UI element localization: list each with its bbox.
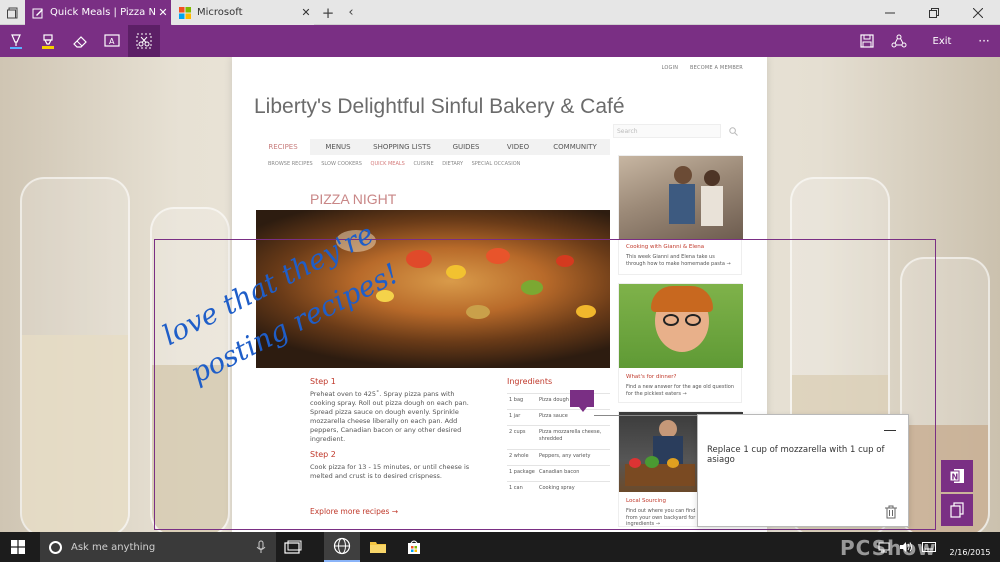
tab-close-button[interactable]: ✕ [155, 6, 171, 19]
exit-inking-button[interactable]: Exit [922, 25, 962, 57]
eraser-icon [73, 36, 87, 48]
notifications-tray-button[interactable] [918, 532, 940, 562]
tab-scroll-back-button[interactable]: ‹ [343, 0, 359, 25]
taskbar-clock[interactable]: 2/16/2015 [944, 535, 996, 559]
become-member-link[interactable]: BECOME A MEMBER [690, 65, 743, 71]
minimize-icon [885, 12, 895, 13]
subnav-slow-cookers[interactable]: SLOW COOKERS [321, 161, 362, 167]
site-title: Liberty's Delightful Sinful Bakery & Caf… [254, 95, 625, 118]
maximize-button[interactable] [912, 0, 956, 25]
note-collapse-button[interactable] [884, 421, 896, 431]
cooking-photo [619, 156, 743, 240]
new-tab-button[interactable]: + [318, 0, 338, 25]
copy-button[interactable] [941, 494, 973, 526]
network-icon [878, 542, 890, 553]
microsoft-logo-icon [179, 6, 191, 19]
main-nav: RECIPES MENUS SHOPPING LISTS GUIDES VIDE… [256, 139, 610, 155]
start-button[interactable] [0, 532, 36, 562]
subnav-dietary[interactable]: DIETARY [442, 161, 463, 167]
clip-tool-button[interactable] [128, 25, 160, 57]
microphone-icon[interactable] [256, 540, 266, 554]
pen-tool-button[interactable] [0, 25, 32, 57]
svg-text:N: N [952, 473, 959, 482]
task-view-icon [284, 540, 302, 554]
taskbar-file-explorer-button[interactable] [360, 532, 396, 562]
store-bag-icon [408, 540, 420, 554]
search-icon[interactable] [726, 124, 740, 138]
tab-quick-meals[interactable]: Quick Meals | Pizza Night ✕ [25, 0, 171, 25]
svg-text:A: A [109, 37, 115, 46]
copy-icon [950, 502, 964, 518]
subnav-special-occasion[interactable]: SPECIAL OCCASION [472, 161, 521, 167]
keyboard-icon [922, 542, 936, 552]
taskbar-browser-button[interactable] [324, 532, 360, 562]
onenote-icon: N [949, 469, 964, 483]
tab-microsoft[interactable]: Microsoft ✕ [172, 0, 314, 25]
minimize-button[interactable] [868, 0, 912, 25]
globe-icon [333, 537, 351, 555]
pen-note-icon [32, 7, 44, 19]
save-icon [860, 34, 874, 48]
sub-nav: BROWSE RECIPES SLOW COOKERS QUICK MEALS … [268, 161, 527, 167]
page-title: PIZZA NIGHT [310, 191, 397, 207]
save-web-note-button[interactable] [852, 25, 882, 57]
typed-note-icon: A [104, 34, 120, 47]
tab-preview-button[interactable] [0, 0, 25, 25]
tab-label: Quick Meals | Pizza Night [50, 7, 155, 18]
network-tray-button[interactable] [874, 532, 894, 562]
taskbar-store-button[interactable] [396, 532, 432, 562]
highlighter-tool-button[interactable] [32, 25, 64, 57]
account-links: LOGIN BECOME A MEMBER [652, 65, 743, 71]
cortana-search-box[interactable]: Ask me anything [40, 532, 276, 562]
pen-icon [10, 34, 22, 49]
tab-preview-icon [6, 7, 17, 18]
taskbar: Ask me anything PCShow 2/16/2015 [0, 532, 1000, 562]
inking-toolbar: A Exit ··· [0, 25, 1000, 57]
more-options-button[interactable]: ··· [968, 25, 1000, 57]
nav-shopping-lists[interactable]: SHOPPING LISTS [366, 139, 438, 155]
folder-icon [370, 542, 386, 553]
login-link[interactable]: LOGIN [662, 65, 679, 71]
tab-bar: Quick Meals | Pizza Night ✕ Microsoft ✕ … [0, 0, 1000, 25]
page-canvas: LOGIN BECOME A MEMBER Liberty's Delightf… [0, 57, 1000, 532]
share-icon [891, 34, 907, 48]
onenote-button[interactable]: N [941, 460, 973, 492]
note-pin-icon[interactable] [570, 390, 594, 412]
subnav-quick-meals[interactable]: QUICK MEALS [371, 161, 405, 167]
note-connector [594, 415, 697, 416]
task-view-button[interactable] [275, 532, 311, 562]
windows-logo-icon [11, 540, 25, 554]
tab-close-button[interactable]: ✕ [298, 6, 314, 19]
note-text[interactable]: Replace 1 cup of mozzarella with 1 cup o… [707, 445, 902, 465]
close-icon [973, 7, 983, 18]
trash-icon[interactable] [884, 504, 898, 519]
typed-note-button[interactable]: A [96, 25, 128, 57]
eraser-tool-button[interactable] [64, 25, 96, 57]
subnav-browse-recipes[interactable]: BROWSE RECIPES [268, 161, 313, 167]
close-window-button[interactable] [956, 0, 1000, 25]
share-web-note-button[interactable] [884, 25, 914, 57]
cortana-search-input[interactable]: Ask me anything [71, 542, 256, 553]
volume-icon [900, 542, 912, 552]
nav-recipes[interactable]: RECIPES [256, 139, 310, 155]
nav-menus[interactable]: MENUS [312, 139, 364, 155]
site-search-input[interactable]: Search [613, 124, 721, 138]
tab-label: Microsoft [197, 7, 243, 18]
highlighter-icon [42, 34, 54, 49]
clock-date: 2/16/2015 [949, 548, 991, 557]
nav-guides[interactable]: GUIDES [440, 139, 492, 155]
subnav-cuisine[interactable]: CUISINE [413, 161, 433, 167]
cortana-icon [49, 540, 62, 554]
nav-community[interactable]: COMMUNITY [544, 139, 606, 155]
volume-tray-button[interactable] [896, 532, 916, 562]
nav-video[interactable]: VIDEO [494, 139, 542, 155]
background-jar-left [20, 177, 130, 532]
typed-note[interactable]: Replace 1 cup of mozzarella with 1 cup o… [697, 414, 909, 527]
restore-icon [929, 7, 939, 18]
clip-icon [136, 33, 152, 49]
